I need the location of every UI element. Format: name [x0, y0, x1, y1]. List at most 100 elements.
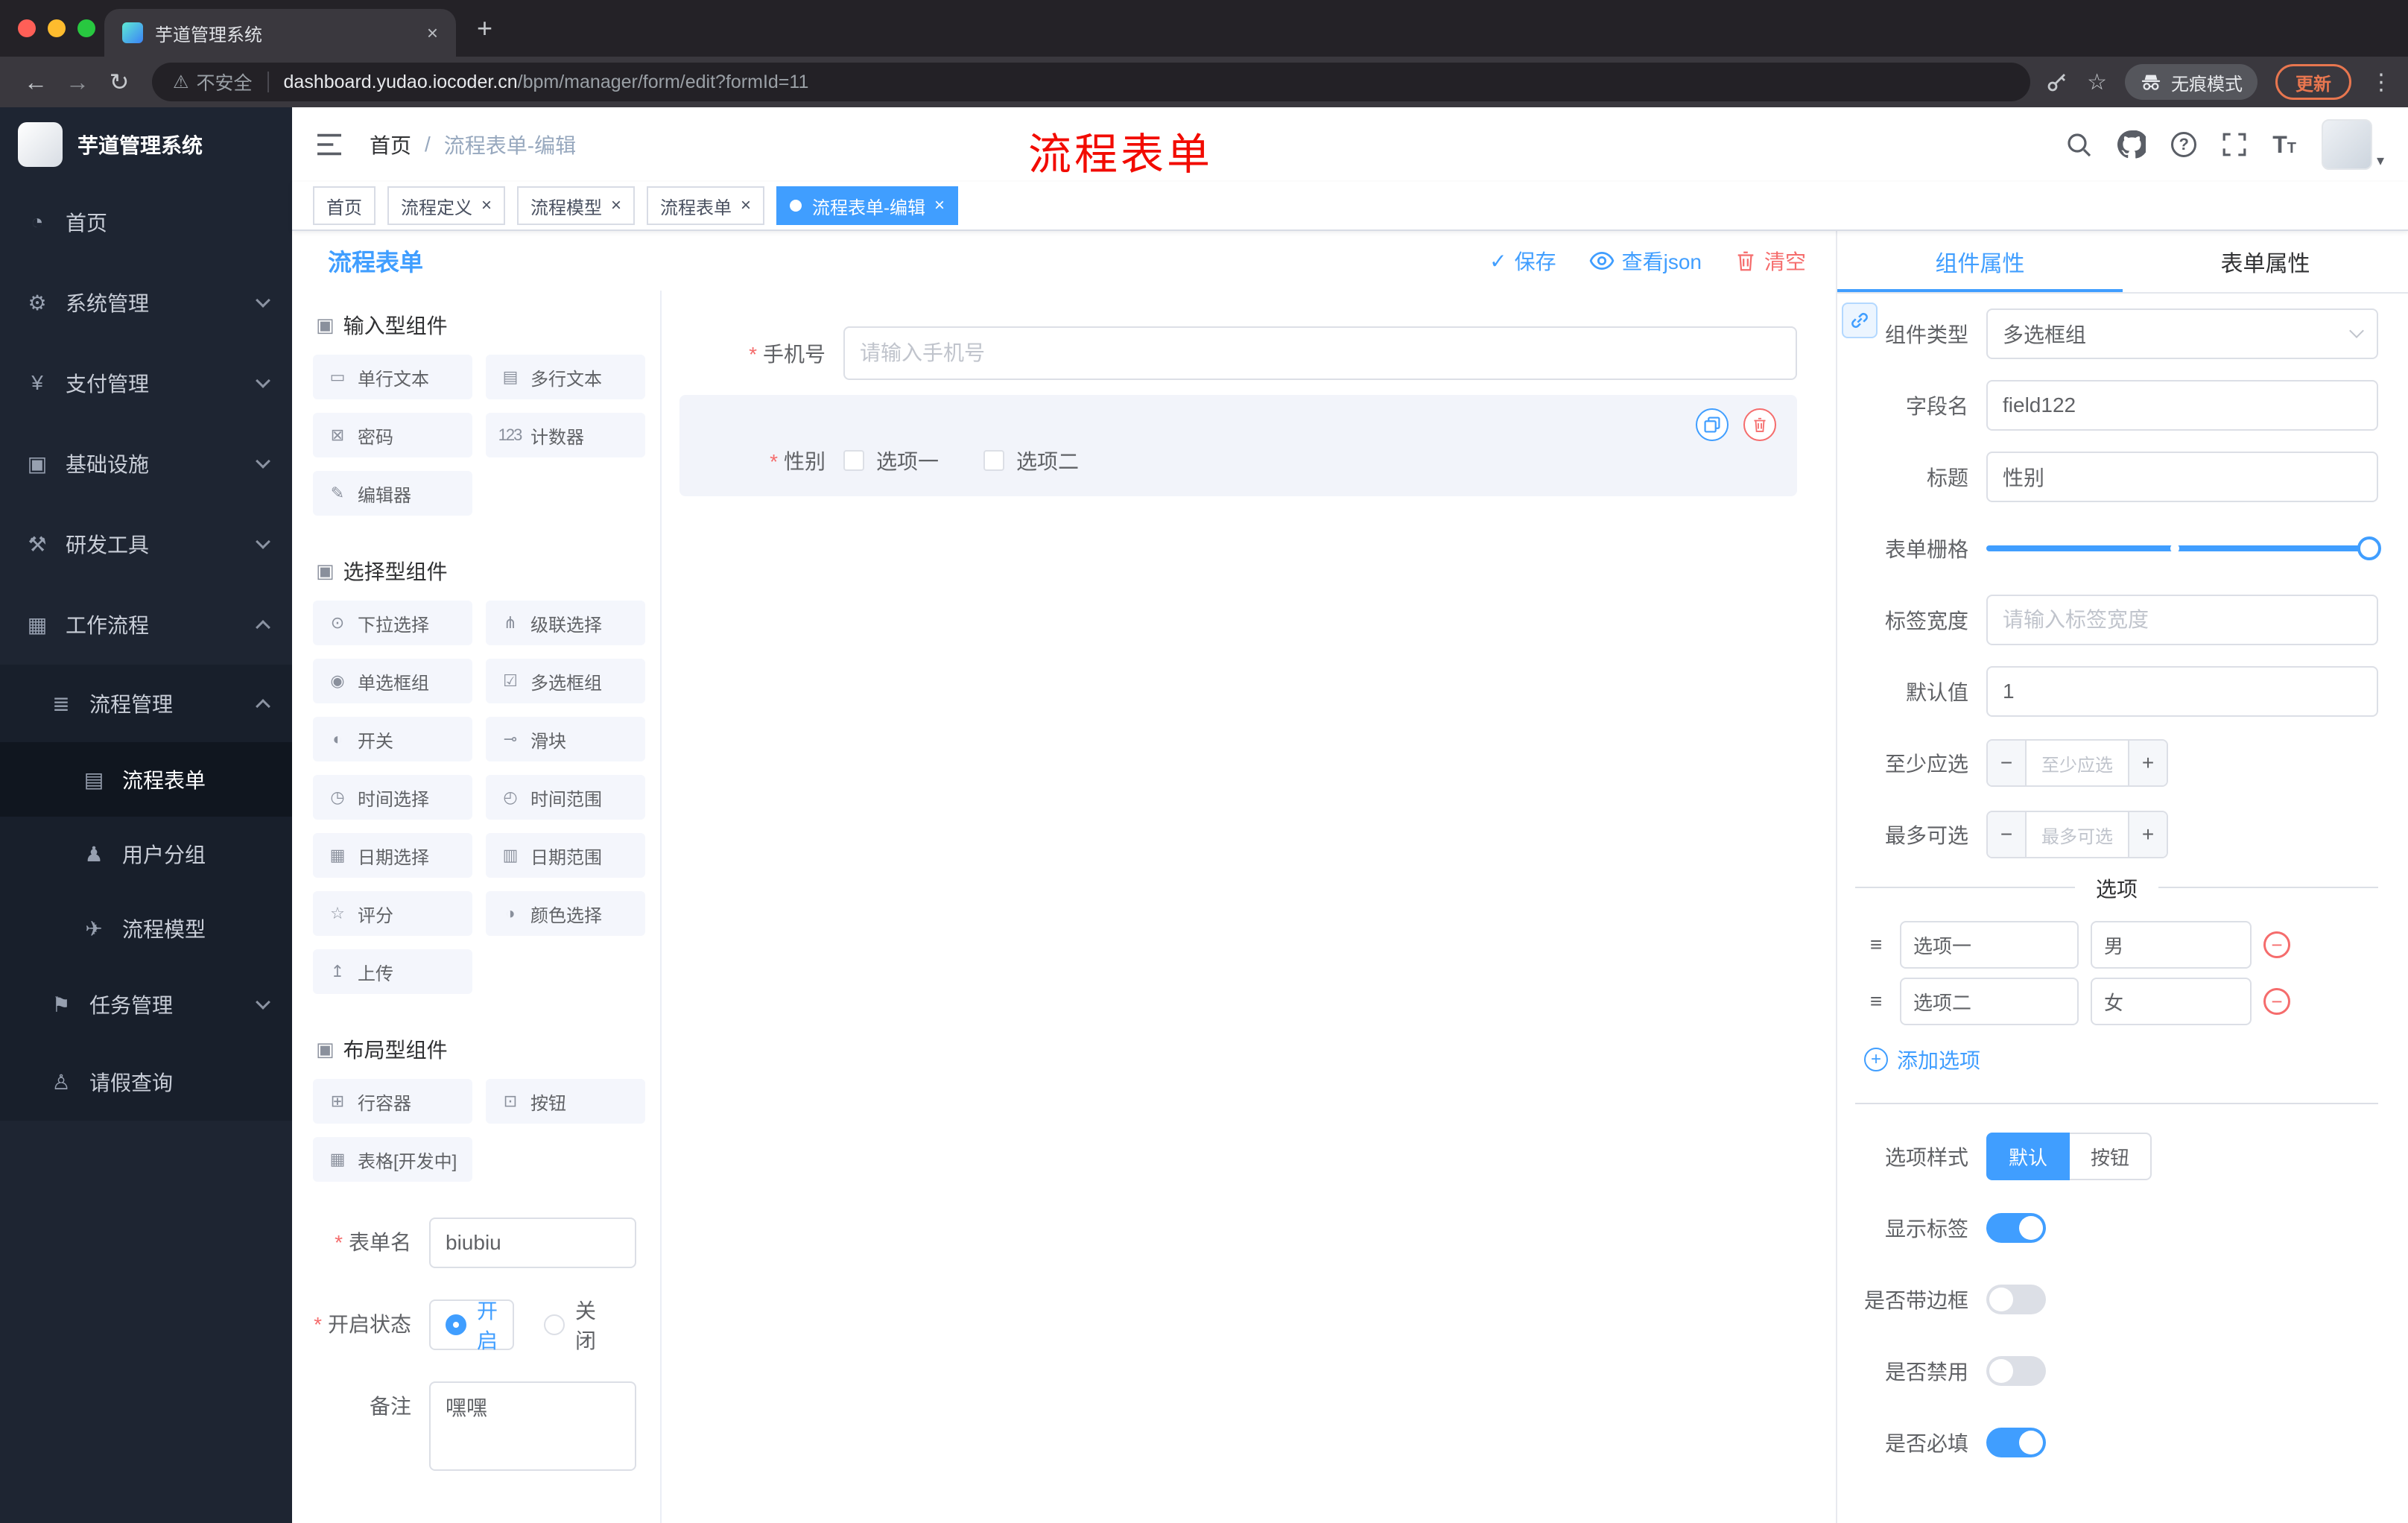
form-name-input[interactable]: [429, 1218, 636, 1268]
tag-process-form[interactable]: 流程表单 ×: [647, 186, 765, 225]
tab-close-icon[interactable]: ×: [427, 22, 438, 45]
component-date-range[interactable]: ▥ 日期范围: [486, 833, 645, 878]
form-canvas[interactable]: 手机号: [662, 291, 1836, 1523]
close-window-button[interactable]: [18, 19, 36, 37]
minimize-window-button[interactable]: [48, 19, 66, 37]
close-icon[interactable]: ×: [611, 197, 621, 215]
component-time-range[interactable]: ◴ 时间范围: [486, 775, 645, 820]
drag-handle-icon[interactable]: ≡: [1864, 990, 1888, 1013]
component-date-picker[interactable]: ▦ 日期选择: [313, 833, 472, 878]
style-button-button[interactable]: 按钮: [2070, 1133, 2152, 1180]
option-value-input[interactable]: [2091, 921, 2252, 969]
close-icon[interactable]: ×: [481, 197, 492, 215]
form-grid-slider[interactable]: [1986, 523, 2381, 574]
option-value-input[interactable]: [2091, 978, 2252, 1025]
option-label-input[interactable]: [1900, 978, 2079, 1025]
component-single-line-text[interactable]: ▭ 单行文本: [313, 355, 472, 399]
close-icon[interactable]: ×: [741, 197, 751, 215]
security-label[interactable]: 不安全: [197, 69, 253, 95]
disabled-switch[interactable]: [1986, 1356, 2046, 1386]
search-icon[interactable]: [2065, 131, 2092, 158]
field-name-input[interactable]: [1986, 380, 2378, 431]
tag-process-definition[interactable]: 流程定义 ×: [387, 186, 506, 225]
label-width-input[interactable]: [1986, 595, 2378, 645]
tab-component-props[interactable]: 组件属性: [1837, 231, 2123, 292]
selected-gender-field[interactable]: 性别 选项一 选项二: [679, 395, 1797, 496]
component-switch[interactable]: ◐ 开关: [313, 717, 472, 762]
component-color-picker[interactable]: ◑ 颜色选择: [486, 891, 645, 936]
component-cascader[interactable]: ⋔ 级联选择: [486, 601, 645, 645]
fullscreen-icon[interactable]: [2222, 132, 2247, 157]
title-input[interactable]: [1986, 452, 2378, 502]
border-switch[interactable]: [1986, 1285, 2046, 1314]
help-icon[interactable]: ?: [2171, 132, 2197, 157]
forward-icon[interactable]: →: [57, 69, 98, 96]
option-label-input[interactable]: [1900, 921, 2079, 969]
view-json-button[interactable]: 查看json: [1589, 246, 1702, 276]
component-time-picker[interactable]: ◷ 时间选择: [313, 775, 472, 820]
sidebar-item-workflow[interactable]: ▦ 工作流程: [0, 584, 292, 665]
sidebar-item-devtools[interactable]: ⚒ 研发工具: [0, 504, 292, 584]
component-button[interactable]: ⊡ 按钮: [486, 1079, 645, 1124]
reload-icon[interactable]: ↻: [98, 68, 140, 96]
sidebar-item-user-group[interactable]: ♟ 用户分组: [0, 817, 292, 891]
breadcrumb-home[interactable]: 首页: [370, 130, 411, 159]
component-type-select[interactable]: 多选框组: [1986, 308, 2378, 359]
tab-form-props[interactable]: 表单属性: [2123, 231, 2408, 292]
component-slider[interactable]: ⊸ 滑块: [486, 717, 645, 762]
copy-component-button[interactable]: [1696, 408, 1729, 441]
delete-component-button[interactable]: [1743, 408, 1776, 441]
tag-process-form-edit[interactable]: 流程表单-编辑 ×: [776, 186, 959, 225]
remark-textarea[interactable]: 嘿嘿: [429, 1381, 636, 1471]
zoom-window-button[interactable]: [77, 19, 95, 37]
decrease-button[interactable]: −: [1988, 741, 2027, 785]
font-size-icon[interactable]: TT: [2272, 133, 2296, 156]
required-switch[interactable]: [1986, 1428, 2046, 1457]
status-radio-on[interactable]: 开启: [429, 1299, 515, 1352]
address-bar[interactable]: ⚠ 不安全 dashboard.yudao.iocoder.cn /bpm/ma…: [152, 63, 2031, 101]
close-icon[interactable]: ×: [934, 197, 945, 215]
status-radio-off[interactable]: 关闭: [544, 1295, 606, 1355]
max-select-value[interactable]: 最多可选: [2027, 812, 2128, 857]
clear-button[interactable]: 清空: [1734, 246, 1806, 276]
sidebar-item-process-form[interactable]: ▤ 流程表单: [0, 742, 292, 817]
collapse-sidebar-icon[interactable]: [316, 133, 343, 156]
default-value-input[interactable]: [1986, 666, 2378, 717]
password-key-icon[interactable]: [2045, 70, 2069, 94]
save-button[interactable]: ✓ 保存: [1489, 246, 1556, 276]
remove-option-icon[interactable]: −: [2263, 931, 2290, 958]
browser-menu-icon[interactable]: ⋮: [2369, 69, 2393, 95]
sidebar-item-infra[interactable]: ▣ 基础设施: [0, 423, 292, 504]
sidebar-item-task-mgmt[interactable]: ⚑ 任务管理: [0, 966, 292, 1043]
gender-checkbox-option1[interactable]: 选项一: [843, 446, 939, 475]
component-rate[interactable]: ☆ 评分: [313, 891, 472, 936]
gender-checkbox-option2[interactable]: 选项二: [983, 446, 1079, 475]
tag-process-model[interactable]: 流程模型 ×: [517, 186, 636, 225]
browser-tab[interactable]: 芋道管理系统 ×: [104, 9, 456, 57]
phone-field[interactable]: 手机号: [679, 326, 1797, 380]
link-icon[interactable]: [1842, 303, 1878, 338]
back-icon[interactable]: ←: [15, 69, 57, 96]
sidebar-item-process-mgmt[interactable]: ≣ 流程管理: [0, 665, 292, 742]
sidebar-item-system[interactable]: ⚙ 系统管理: [0, 262, 292, 343]
decrease-button[interactable]: −: [1988, 812, 2027, 857]
min-select-value[interactable]: 至少应选: [2027, 741, 2128, 785]
component-password[interactable]: ⊠ 密码: [313, 413, 472, 457]
sidebar-item-payment[interactable]: ¥ 支付管理: [0, 343, 292, 423]
remove-option-icon[interactable]: −: [2263, 988, 2290, 1015]
sidebar-item-process-model[interactable]: ✈ 流程模型: [0, 891, 292, 966]
slider-handle[interactable]: [2357, 536, 2381, 560]
drag-handle-icon[interactable]: ≡: [1864, 933, 1888, 957]
component-editor[interactable]: ✎ 编辑器: [313, 471, 472, 516]
bookmark-star-icon[interactable]: ☆: [2087, 69, 2107, 95]
component-multi-line-text[interactable]: ▤ 多行文本: [486, 355, 645, 399]
sidebar-item-home[interactable]: ◔ 首页: [0, 182, 292, 262]
component-upload[interactable]: ↥ 上传: [313, 949, 472, 994]
increase-button[interactable]: +: [2128, 812, 2167, 857]
phone-input[interactable]: [843, 326, 1797, 380]
component-table[interactable]: ▦ 表格[开发中]: [313, 1137, 472, 1182]
github-icon[interactable]: [2117, 130, 2146, 159]
style-default-button[interactable]: 默认: [1986, 1133, 2070, 1180]
new-tab-button[interactable]: +: [477, 15, 492, 42]
component-radio-group[interactable]: ◉ 单选框组: [313, 659, 472, 703]
